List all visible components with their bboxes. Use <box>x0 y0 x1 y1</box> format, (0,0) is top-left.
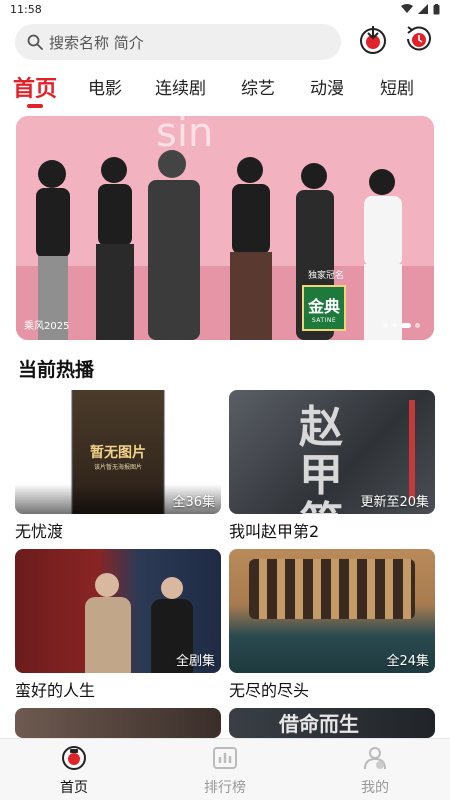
battery-icon <box>433 3 440 14</box>
tab-series[interactable]: 连续剧 <box>155 74 206 99</box>
nav-profile[interactable]: 我的 <box>335 745 415 797</box>
show-title: 无尽的尽头 <box>229 681 310 700</box>
nav-profile-label: 我的 <box>361 780 389 796</box>
search-row: 搜索名称 简介 <box>0 22 450 62</box>
banner-pagination <box>383 323 420 328</box>
banner-dot <box>383 323 388 328</box>
sponsor-logo: 金典 SATINE <box>302 285 346 331</box>
episode-badge: 全剧集 <box>175 654 215 669</box>
banner-dot <box>415 323 420 328</box>
nav-home-label: 首页 <box>60 780 88 796</box>
episode-badge: 全36集 <box>172 495 215 510</box>
poster-crowd <box>249 559 415 619</box>
banner-dot <box>392 323 397 328</box>
sponsor-logo-sub: SATINE <box>311 316 337 324</box>
home-icon <box>62 746 86 770</box>
show-poster: 赵甲第 更新至20集 <box>229 390 435 514</box>
show-card[interactable]: 全24集 无尽的尽头 <box>229 549 435 701</box>
show-poster: 借命而生 <box>229 708 435 738</box>
placeholder-sub: 该片暂无海报图片 <box>93 464 142 471</box>
section-title: 当前热播 <box>18 359 95 381</box>
signal-icon <box>418 4 428 14</box>
show-title: 蛮好的人生 <box>15 681 96 700</box>
category-tabs: 首页 电影 连续剧 综艺 动漫 短剧 <box>0 68 450 110</box>
banner-caption: 乘风2025 <box>24 321 70 332</box>
show-title: 我叫赵甲第2 <box>229 522 320 541</box>
history-icon[interactable] <box>402 22 436 56</box>
svg-text:sin: sin <box>156 116 213 156</box>
show-poster: 全剧集 <box>15 549 221 673</box>
sponsor-logo-text: 金典 <box>307 296 340 316</box>
poster-accent <box>409 400 415 500</box>
show-card[interactable]: 赵甲第 更新至20集 我叫赵甲第2 <box>229 390 435 542</box>
episode-badge: 更新至20集 <box>360 495 429 510</box>
search-placeholder: 搜索名称 简介 <box>49 33 144 52</box>
figure-body <box>85 597 131 673</box>
show-poster <box>15 708 221 738</box>
figure-head <box>161 577 183 599</box>
show-card[interactable]: 暂无图片 该片暂无海报图片 全36集 无忧渡 <box>15 390 221 542</box>
download-icon[interactable] <box>356 22 390 56</box>
search-input[interactable]: 搜索名称 简介 <box>15 24 341 60</box>
show-card[interactable]: 借命而生 <box>229 708 435 738</box>
profile-icon <box>364 747 386 770</box>
tab-indicator <box>27 104 43 108</box>
nav-home[interactable]: 首页 <box>34 745 114 797</box>
nav-ranking[interactable]: 排行榜 <box>185 745 265 797</box>
sponsor-block: 独家冠名 金典 SATINE <box>302 268 350 331</box>
banner-artwork: sin <box>16 116 434 340</box>
status-icons <box>401 3 440 15</box>
banner-dot-active <box>401 323 411 328</box>
show-card[interactable]: 全剧集 蛮好的人生 <box>15 549 221 701</box>
figure-head <box>95 573 119 597</box>
search-icon <box>27 34 43 50</box>
tab-movie[interactable]: 电影 <box>88 74 122 99</box>
tab-variety[interactable]: 综艺 <box>241 74 275 99</box>
tab-anime[interactable]: 动漫 <box>310 74 344 99</box>
sponsor-label: 独家冠名 <box>307 271 344 281</box>
status-time: 11:58 <box>10 2 42 16</box>
ranking-icon <box>213 747 237 769</box>
tab-short-drama[interactable]: 短剧 <box>380 74 414 99</box>
placeholder-text: 暂无图片 <box>90 445 146 461</box>
poster-title-art: 赵甲第 <box>299 402 343 515</box>
poster-title-art: 借命而生 <box>279 712 359 736</box>
status-bar: 11:58 <box>0 0 450 18</box>
show-title: 无忧渡 <box>15 522 64 541</box>
hero-banner[interactable]: sin 独家冠名 金典 SATINE 乘风2025 <box>16 116 434 340</box>
show-poster: 暂无图片 该片暂无海报图片 全36集 <box>15 390 221 514</box>
bottom-nav: 首页 排行榜 我的 <box>0 738 450 800</box>
tab-home[interactable]: 首页 <box>13 71 57 103</box>
show-poster: 全24集 <box>229 549 435 673</box>
episode-badge: 全24集 <box>386 654 429 669</box>
show-card[interactable] <box>15 708 221 738</box>
wifi-icon <box>401 4 413 13</box>
nav-ranking-label: 排行榜 <box>204 780 246 796</box>
